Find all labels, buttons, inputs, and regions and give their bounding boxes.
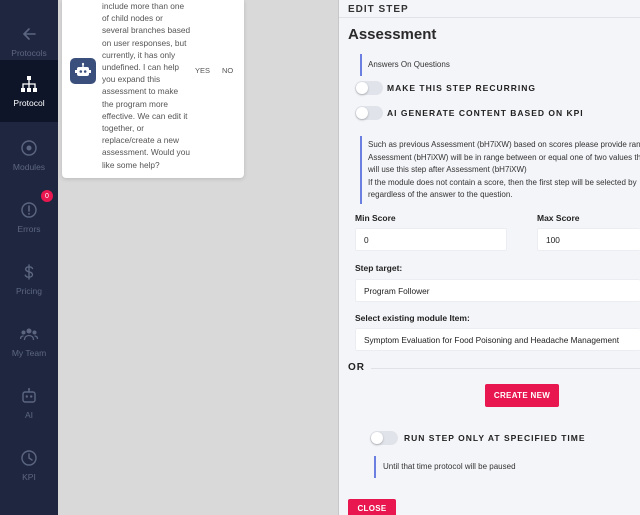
time-note: Until that time protocol will be paused — [374, 456, 640, 478]
arrow-left-icon — [22, 27, 36, 40]
panel-title: EDIT STEP — [348, 4, 409, 15]
score-info-note: Such as previous Assessment (bH7iXW) bas… — [360, 136, 640, 204]
specified-time-toggle-row[interactable]: RUN STEP ONLY AT SPECIFIED TIME — [370, 431, 586, 445]
sidebar-item-label: Modules — [12, 161, 46, 172]
sidebar-item-kpi[interactable]: KPI — [0, 434, 58, 496]
sidebar-item-label: AI — [24, 409, 34, 420]
sidebar-item-modules[interactable]: Modules — [0, 124, 58, 186]
sidebar-item-my-team[interactable]: My Team — [0, 310, 58, 372]
step-target-label: Step target: — [355, 263, 403, 273]
chat-yes-button[interactable]: YES — [195, 66, 210, 75]
sidebar-item-protocol[interactable]: Protocol — [0, 60, 58, 122]
ai-generate-toggle[interactable] — [355, 106, 383, 120]
step-heading: Assessment — [348, 26, 437, 43]
chat-no-button[interactable]: NO — [222, 66, 233, 75]
robot-icon — [22, 387, 36, 403]
module-item-select[interactable]: Symptom Evaluation for Food Poisoning an… — [355, 328, 640, 351]
close-button[interactable]: CLOSE — [348, 499, 396, 515]
or-separator-line — [371, 368, 640, 369]
sidebar-item-label: Errors — [17, 223, 41, 234]
or-separator-label: OR — [348, 362, 365, 373]
recurring-toggle-label: MAKE THIS STEP RECURRING — [387, 83, 536, 93]
chat-message: include more than one of child nodes or … — [102, 1, 191, 170]
errors-badge: 0 — [39, 188, 55, 204]
team-icon — [20, 328, 38, 340]
ai-toggle-label: AI GENERATE CONTENT BASED ON KPI — [387, 108, 584, 118]
max-score-label: Max Score — [537, 213, 580, 223]
specified-time-toggle-label: RUN STEP ONLY AT SPECIFIED TIME — [404, 433, 586, 443]
dollar-icon — [24, 263, 34, 280]
step-target-select[interactable]: Program Follower — [355, 279, 640, 302]
sidebar-item-label: Pricing — [16, 285, 42, 296]
bot-avatar — [70, 58, 96, 84]
sidebar-item-label: My Team — [11, 347, 47, 358]
error-icon — [21, 201, 37, 218]
module-item-label: Select existing module Item: — [355, 313, 470, 323]
assistant-chat-popup: include more than one of child nodes or … — [62, 0, 244, 178]
edit-step-panel: EDIT STEP Assessment Answers On Question… — [339, 0, 640, 515]
min-score-input[interactable]: 0 — [355, 228, 507, 251]
sidebar: Protocols Protocol Modules Errors 0 Pric… — [0, 0, 58, 515]
max-score-input[interactable]: 100 — [537, 228, 640, 251]
recurring-toggle-row[interactable]: MAKE THIS STEP RECURRING — [355, 81, 536, 95]
sidebar-item-pricing[interactable]: Pricing — [0, 248, 58, 310]
answers-note: Answers On Questions — [360, 54, 640, 76]
hierarchy-icon — [21, 75, 37, 92]
robot-icon — [75, 62, 91, 76]
sidebar-item-label: Protocols — [11, 47, 47, 58]
min-score-label: Min Score — [355, 213, 396, 223]
sidebar-item-ai[interactable]: AI — [0, 372, 58, 434]
modules-icon — [21, 139, 37, 156]
sidebar-item-label: KPI — [22, 471, 36, 482]
create-new-button[interactable]: CREATE NEW — [485, 384, 559, 407]
specified-time-toggle[interactable] — [370, 431, 398, 445]
title-divider — [339, 17, 640, 18]
recurring-toggle[interactable] — [355, 81, 383, 95]
ai-toggle-row[interactable]: AI GENERATE CONTENT BASED ON KPI — [355, 106, 584, 120]
sidebar-item-label: Protocol — [13, 97, 45, 108]
clock-icon — [21, 449, 37, 466]
